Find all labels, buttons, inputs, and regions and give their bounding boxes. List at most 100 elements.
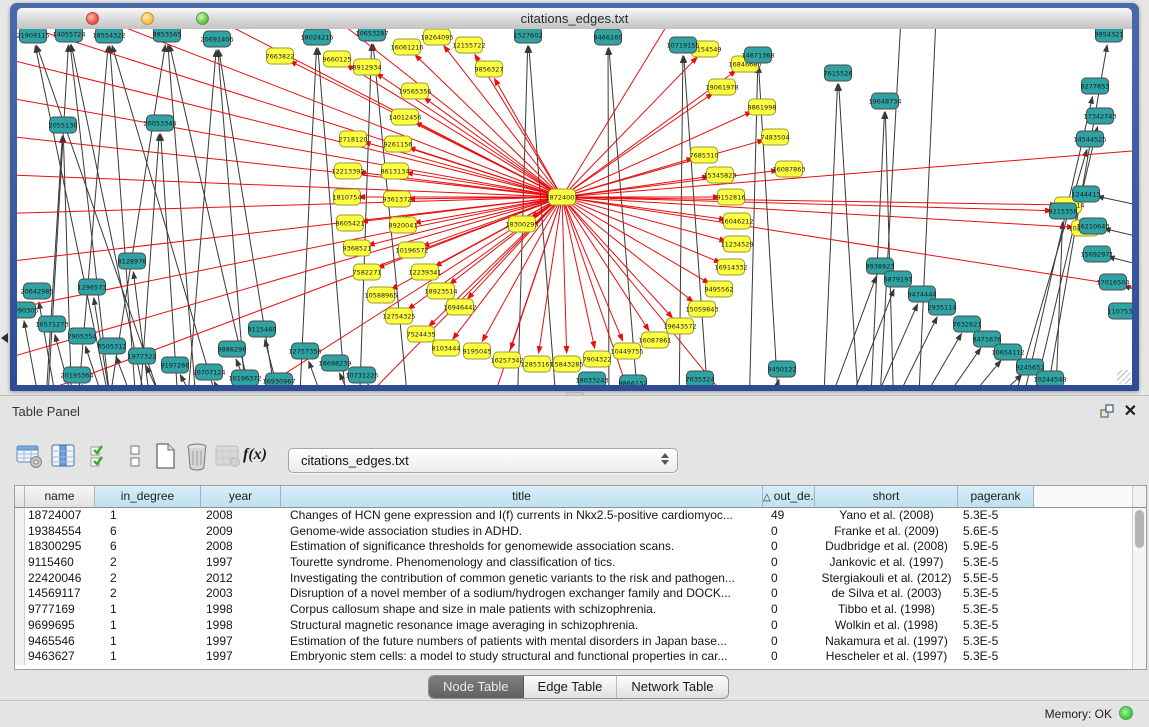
graph-node[interactable]: 14544525: [1073, 131, 1106, 147]
table-cell[interactable]: 2008: [201, 508, 281, 524]
scrollbar-thumb[interactable]: [1135, 510, 1144, 548]
tab-edge-table[interactable]: Edge Table: [524, 676, 618, 698]
table-cell[interactable]: 5.3E-5: [958, 508, 1034, 524]
table-cell[interactable]: 0: [763, 618, 815, 634]
table-row[interactable]: 2242004622012Investigating the contribut…: [15, 571, 1132, 587]
graph-node[interactable]: 12754325: [382, 308, 415, 324]
graph-node[interactable]: 8215358: [1049, 203, 1078, 219]
graph-edge[interactable]: [825, 276, 876, 385]
graph-node[interactable]: 8103444: [432, 340, 461, 356]
table-cell[interactable]: 9115460: [25, 555, 95, 571]
graph-node[interactable]: 9954321: [1095, 29, 1124, 42]
table-row[interactable]: 946554611997Estimation of the future num…: [15, 634, 1132, 650]
column-header-out-de-[interactable]: △out_de...: [763, 486, 815, 508]
graph-node[interactable]: 17342743: [1083, 108, 1116, 124]
graph-node[interactable]: 16061216: [390, 39, 423, 55]
graph-node[interactable]: 2718120: [339, 131, 368, 147]
graph-node[interactable]: 12757356: [288, 343, 321, 359]
graph-edge[interactable]: [679, 56, 683, 385]
graph-node[interactable]: 14671368: [741, 47, 774, 63]
graph-node[interactable]: 9861998: [748, 99, 777, 115]
graph-node[interactable]: 2935114: [928, 299, 957, 315]
graph-edge[interactable]: [37, 45, 167, 385]
graph-node[interactable]: 9495562: [705, 281, 734, 297]
column-header-pagerank[interactable]: pagerank: [958, 486, 1034, 508]
table-cell[interactable]: 2009: [201, 524, 281, 540]
graph-node[interactable]: 14012456: [388, 109, 421, 125]
graph-node[interactable]: 9856327: [475, 61, 504, 77]
graph-node[interactable]: 19565356: [398, 83, 431, 99]
graph-node[interactable]: 16914332: [714, 259, 747, 275]
table-cell[interactable]: 18300295: [25, 539, 95, 555]
graph-node[interactable]: 16087863: [772, 161, 805, 177]
column-header-short[interactable]: short: [815, 486, 958, 508]
graph-node[interactable]: 7685310: [690, 147, 719, 163]
graph-node[interactable]: 9195045: [463, 343, 492, 359]
graph-node[interactable]: 9660125: [323, 51, 352, 67]
graph-node[interactable]: 9115460: [248, 321, 277, 337]
table-cell[interactable]: Dudbridge et al. (2008): [815, 539, 958, 555]
graph-node[interactable]: 18300295: [505, 216, 538, 232]
graph-node[interactable]: 1296573: [78, 279, 107, 295]
close-window-button[interactable]: [86, 12, 99, 25]
graph-edge[interactable]: [879, 29, 901, 385]
table-cell[interactable]: 0: [763, 539, 815, 555]
graph-edge[interactable]: [562, 197, 673, 318]
table-cell[interactable]: 1997: [201, 555, 281, 571]
column-visibility-icon[interactable]: [48, 441, 78, 471]
close-panel-icon[interactable]: ✕: [1124, 401, 1137, 421]
table-cell[interactable]: 1: [95, 508, 201, 524]
graph-node[interactable]: 6879197: [884, 271, 913, 287]
graph-node[interactable]: 7524435: [407, 326, 436, 342]
graph-node[interactable]: 18033243: [575, 372, 608, 385]
table-cell[interactable]: 1: [95, 618, 201, 634]
graph-node[interactable]: 9466160: [594, 29, 623, 45]
table-cell[interactable]: 1: [95, 649, 201, 665]
table-cell[interactable]: 9463627: [25, 649, 95, 665]
graph-node[interactable]: 7905354: [68, 328, 97, 344]
graph-node[interactable]: 1107533: [1108, 303, 1132, 319]
graph-node[interactable]: 21909115: [17, 29, 50, 43]
graph-node[interactable]: 11234529: [720, 236, 753, 252]
graph-node[interactable]: 19648734: [868, 93, 901, 109]
table-cell[interactable]: 5.9E-5: [958, 539, 1034, 555]
graph-node[interactable]: 10244548: [1033, 371, 1066, 385]
table-row[interactable]: 1456911722003Disruption of a novel membe…: [15, 586, 1132, 602]
graph-node[interactable]: 8613134: [381, 163, 410, 179]
table-cell[interactable]: 1998: [201, 602, 281, 618]
vertical-scrollbar[interactable]: [1132, 508, 1146, 669]
table-cell[interactable]: 5.3E-5: [958, 602, 1034, 618]
table-cell[interactable]: 6: [95, 539, 201, 555]
table-cell[interactable]: Corpus callosum shape and size in male p…: [281, 602, 763, 618]
graph-node[interactable]: 20053346: [143, 115, 176, 131]
graph-node[interactable]: 18024216: [300, 29, 333, 45]
table-cell[interactable]: 9465546: [25, 634, 95, 650]
graph-node[interactable]: 8277853: [1081, 78, 1110, 94]
graph-edge[interactable]: [562, 197, 567, 353]
minimize-window-button[interactable]: [141, 12, 154, 25]
graph-node[interactable]: 18698239: [318, 355, 351, 371]
graph-edge[interactable]: [63, 136, 72, 385]
graph-node[interactable]: 8853565: [153, 29, 182, 42]
graph-node[interactable]: 14055724: [52, 29, 85, 42]
graph-node[interactable]: 12213392: [331, 163, 364, 179]
table-cell[interactable]: Genome-wide association studies in ADHD.: [281, 524, 763, 540]
table-cell[interactable]: 5.6E-5: [958, 524, 1034, 540]
graph-node[interactable]: 20691406: [200, 31, 233, 47]
graph-edge[interactable]: [954, 360, 1001, 385]
table-cell[interactable]: Nakamura et al. (1997): [815, 634, 958, 650]
table-cell[interactable]: 0: [763, 586, 815, 602]
graph-node[interactable]: 9866152: [619, 375, 648, 385]
graph-edge[interactable]: [839, 84, 859, 385]
table-cell[interactable]: Embryonic stem cells: a model to study s…: [281, 649, 763, 665]
unselect-all-columns-icon[interactable]: [120, 441, 150, 471]
table-cell[interactable]: 19384554: [25, 524, 95, 540]
table-row[interactable]: 911546021997Tourette syndrome. Phenomeno…: [15, 555, 1132, 571]
graph-node[interactable]: 10196372: [228, 370, 261, 385]
table-row[interactable]: 1938455462009Genome-wide association stu…: [15, 524, 1132, 540]
table-row[interactable]: 946362711997Embryonic stem cells: a mode…: [15, 649, 1132, 665]
graph-node[interactable]: 8920041: [389, 217, 418, 233]
table-cell[interactable]: Estimation of significance thresholds fo…: [281, 539, 763, 555]
graph-node[interactable]: 7663822: [266, 48, 295, 64]
table-cell[interactable]: 1: [95, 602, 201, 618]
